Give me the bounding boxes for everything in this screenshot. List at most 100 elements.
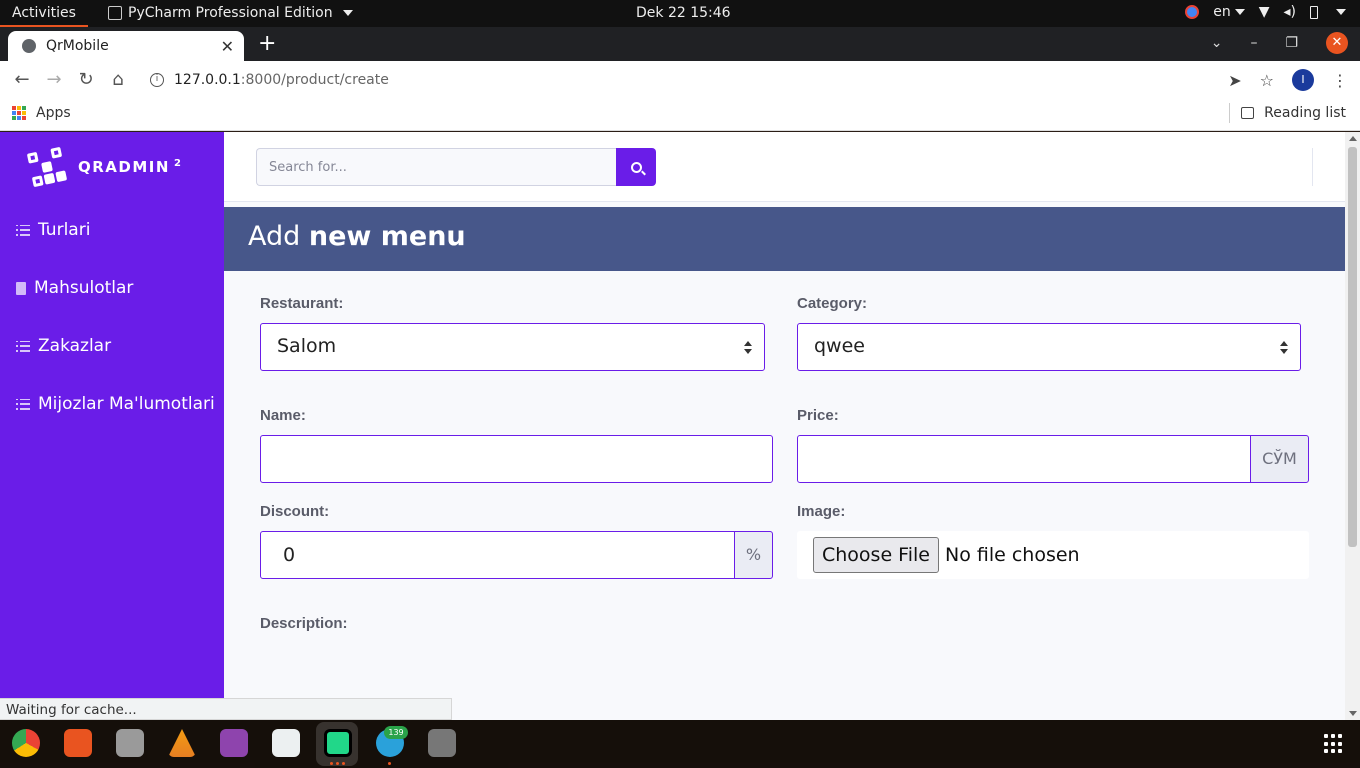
forward-icon[interactable]: → bbox=[43, 69, 65, 90]
running-indicator bbox=[336, 762, 339, 765]
send-icon[interactable]: ➤ bbox=[1228, 71, 1241, 90]
clock[interactable]: Dek 22 15:46 bbox=[636, 5, 731, 21]
language-indicator[interactable]: en bbox=[1213, 4, 1245, 20]
browser-tab[interactable]: QrMobile ✕ bbox=[8, 31, 244, 61]
running-indicator bbox=[330, 762, 333, 765]
sidebar-item-label: Turlari bbox=[38, 220, 91, 240]
list-icon bbox=[16, 398, 30, 410]
app-menu-label: PyCharm Professional Edition bbox=[128, 5, 333, 21]
search-icon bbox=[630, 161, 642, 173]
url-path: :8000/product/create bbox=[240, 72, 389, 88]
scroll-down-icon[interactable] bbox=[1349, 711, 1357, 716]
page-title: Add new menu bbox=[224, 207, 1345, 271]
price-label: Price: bbox=[797, 407, 839, 424]
page-scrollbar[interactable] bbox=[1345, 132, 1360, 720]
chrome-icon[interactable] bbox=[12, 729, 40, 757]
description-label: Description: bbox=[260, 615, 348, 632]
sidebar-item-label: Zakazlar bbox=[38, 336, 112, 356]
files-icon[interactable] bbox=[116, 729, 144, 757]
close-window-icon[interactable]: ✕ bbox=[1326, 32, 1348, 54]
disk-icon[interactable] bbox=[428, 729, 456, 757]
reading-list-icon bbox=[1241, 107, 1255, 119]
language-label: en bbox=[1213, 4, 1231, 20]
scroll-up-icon[interactable] bbox=[1349, 136, 1357, 141]
volume-icon: ◂) bbox=[1283, 4, 1297, 20]
search-input[interactable] bbox=[256, 148, 616, 186]
window-controls: ⌄ – ❐ ✕ bbox=[1211, 32, 1348, 54]
scrollbar-thumb[interactable] bbox=[1348, 147, 1357, 547]
file-status: No file chosen bbox=[944, 544, 1080, 566]
apps-shortcut[interactable]: Apps bbox=[12, 105, 71, 121]
sidebar-item-mijozlar[interactable]: Mijozlar Ma'lumotlari bbox=[16, 394, 215, 414]
sidebar-item-turlari[interactable]: Turlari bbox=[16, 220, 90, 240]
ubuntu-dock: 139 bbox=[0, 720, 1360, 768]
software-center-icon[interactable] bbox=[64, 729, 92, 757]
brand-name: QRADMIN 2 bbox=[78, 158, 182, 176]
restore-icon[interactable]: ❐ bbox=[1285, 35, 1298, 51]
apps-label: Apps bbox=[36, 105, 71, 121]
page-title-bold: new menu bbox=[308, 221, 466, 252]
show-applications-icon[interactable] bbox=[1324, 734, 1344, 754]
price-input[interactable] bbox=[797, 435, 1251, 483]
qr-logo-icon bbox=[26, 146, 68, 188]
app-menu[interactable]: PyCharm Professional Edition bbox=[108, 5, 353, 21]
sidebar-item-label: Mahsulotlar bbox=[34, 278, 134, 298]
close-tab-icon[interactable]: ✕ bbox=[221, 37, 234, 56]
running-indicator bbox=[388, 762, 391, 765]
document-viewer-icon[interactable] bbox=[272, 729, 300, 757]
topbar-divider bbox=[1312, 148, 1313, 186]
browser-toolbar: ← → ↻ ⌂ i 127.0.0.1:8000/product/create … bbox=[0, 61, 1360, 99]
search-form bbox=[256, 148, 656, 186]
tab-search-icon[interactable]: ⌄ bbox=[1211, 35, 1223, 51]
sidebar-item-label: Mijozlar Ma'lumotlari bbox=[38, 394, 215, 414]
add-menu-form: Restaurant: Salom Category: qwee Name: P… bbox=[224, 271, 1345, 720]
reload-icon[interactable]: ↻ bbox=[75, 69, 97, 90]
brand[interactable]: QRADMIN 2 bbox=[26, 146, 182, 188]
url-host: 127.0.0.1 bbox=[174, 72, 241, 88]
reading-list-button[interactable]: Reading list bbox=[1229, 103, 1346, 123]
chevron-down-icon bbox=[1336, 9, 1346, 15]
apps-grid-icon bbox=[12, 106, 26, 120]
vlc-icon[interactable] bbox=[168, 729, 196, 757]
back-icon[interactable]: ← bbox=[11, 69, 33, 90]
search-button[interactable] bbox=[616, 148, 656, 186]
bookmark-star-icon[interactable]: ☆ bbox=[1260, 71, 1274, 90]
telegram-unread-badge: 139 bbox=[384, 726, 408, 739]
restaurant-select[interactable]: Salom bbox=[260, 323, 765, 371]
address-bar[interactable]: i 127.0.0.1:8000/product/create bbox=[142, 65, 1282, 95]
brand-label: QRADMIN bbox=[78, 158, 170, 176]
name-input[interactable] bbox=[260, 435, 773, 483]
home-icon[interactable]: ⌂ bbox=[107, 69, 129, 90]
system-tray[interactable]: en ▼ ◂) bbox=[1185, 4, 1346, 20]
page-title-light: Add bbox=[248, 221, 301, 252]
system-top-bar: Activities PyCharm Professional Edition … bbox=[0, 0, 1360, 27]
price-currency-addon: СЎМ bbox=[1250, 435, 1309, 483]
restaurant-label: Restaurant: bbox=[260, 295, 344, 312]
info-icon[interactable]: i bbox=[150, 73, 164, 87]
new-tab-button[interactable]: + bbox=[258, 31, 276, 56]
select-arrows-icon bbox=[1280, 341, 1288, 354]
brand-superscript: 2 bbox=[173, 158, 183, 169]
profile-avatar[interactable]: I bbox=[1292, 69, 1314, 91]
discount-label: Discount: bbox=[260, 503, 330, 520]
tab-title: QrMobile bbox=[46, 38, 109, 54]
tab-strip: QrMobile ✕ + ⌄ – ❐ ✕ bbox=[0, 27, 1360, 61]
pycharm-icon[interactable] bbox=[324, 729, 352, 757]
activities-button[interactable]: Activities bbox=[0, 0, 88, 27]
minimize-icon[interactable]: – bbox=[1250, 35, 1257, 51]
reading-list-label: Reading list bbox=[1264, 105, 1346, 121]
discount-input[interactable]: 0 bbox=[260, 531, 735, 579]
restaurant-selected-value: Salom bbox=[277, 335, 337, 357]
sidebar-item-zakazlar[interactable]: Zakazlar bbox=[16, 336, 111, 356]
wifi-icon: ▼ bbox=[1258, 4, 1270, 20]
image-file-input: Choose File No file chosen bbox=[797, 531, 1309, 579]
chrome-indicator-icon[interactable] bbox=[1185, 5, 1200, 19]
sidebar-item-mahsulotlar[interactable]: Mahsulotlar bbox=[16, 278, 133, 298]
video-player-icon[interactable] bbox=[220, 729, 248, 757]
category-select[interactable]: qwee bbox=[797, 323, 1301, 371]
category-selected-value: qwee bbox=[814, 335, 865, 357]
choose-file-button[interactable]: Choose File bbox=[813, 537, 939, 573]
status-bubble: Waiting for cache... bbox=[0, 698, 452, 720]
image-label: Image: bbox=[797, 503, 846, 520]
more-menu-icon[interactable]: ⋮ bbox=[1332, 71, 1348, 90]
